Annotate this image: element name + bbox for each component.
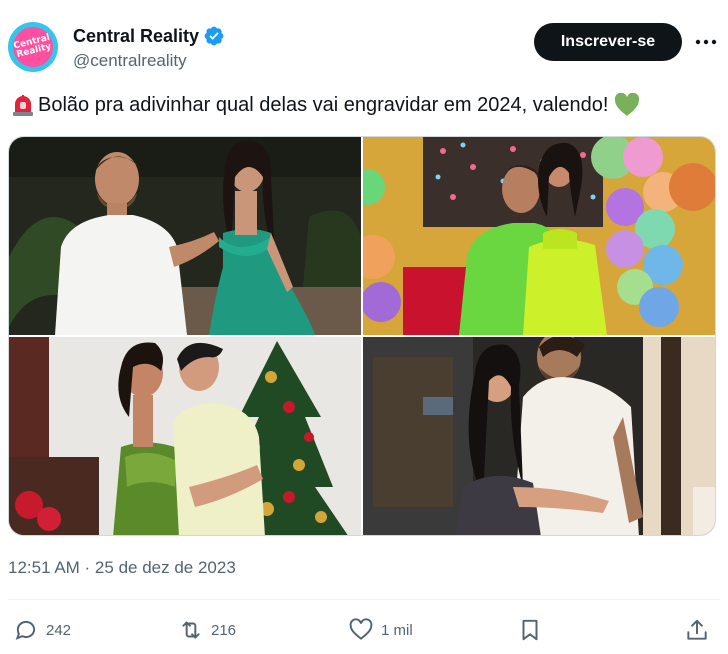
couple-balloons-photo[interactable] <box>363 137 715 335</box>
divider <box>8 599 720 600</box>
display-name-row[interactable]: Central Reality <box>73 24 225 48</box>
repost-count: 216 <box>211 621 237 639</box>
reply-count: 242 <box>46 621 72 639</box>
subscribe-button[interactable]: Inscrever-se <box>534 23 682 61</box>
couple-christmas-tree-photo[interactable] <box>9 337 361 535</box>
share-icon <box>687 619 707 640</box>
bookmark-button[interactable] <box>517 612 543 648</box>
reply-icon <box>15 620 36 640</box>
repost-button[interactable]: 216 <box>178 612 236 648</box>
heart-icon <box>349 618 373 640</box>
tweet-timestamp[interactable]: 12:51 AM · 25 de dez de 2023 <box>8 558 236 578</box>
share-button[interactable] <box>684 612 710 648</box>
like-button[interactable]: 1 mil <box>348 612 413 648</box>
tweet-text-row: Bolão pra adivinhar qual delas vai engra… <box>10 92 640 118</box>
media-grid <box>8 136 716 536</box>
avatar-logo: Central Reality <box>8 22 58 72</box>
green-heart-emoji-icon <box>615 93 640 116</box>
repost-icon <box>182 621 200 639</box>
siren-emoji-icon <box>13 95 33 116</box>
tweet-text: Bolão pra adivinhar qual delas vai engra… <box>38 93 609 116</box>
account-handle[interactable]: @centralreality <box>73 51 225 71</box>
reply-button[interactable]: 242 <box>13 612 71 648</box>
avatar-logo-text: Central Reality <box>12 32 53 61</box>
bookmark-icon <box>522 619 538 641</box>
verified-badge-icon <box>204 26 224 46</box>
account-avatar[interactable]: Central Reality <box>8 22 58 72</box>
tweet-header: Central Reality Central Reality @central… <box>8 22 720 78</box>
couple-embrace-photo[interactable] <box>363 337 715 535</box>
like-count: 1 mil <box>381 621 413 639</box>
tweet-actions: 242 216 1 mil <box>0 612 728 648</box>
more-horizontal-icon[interactable] <box>692 32 720 52</box>
display-name[interactable]: Central Reality <box>73 26 199 47</box>
couple-night-photo[interactable] <box>9 137 361 335</box>
account-name-block: Central Reality @centralreality <box>73 24 225 71</box>
